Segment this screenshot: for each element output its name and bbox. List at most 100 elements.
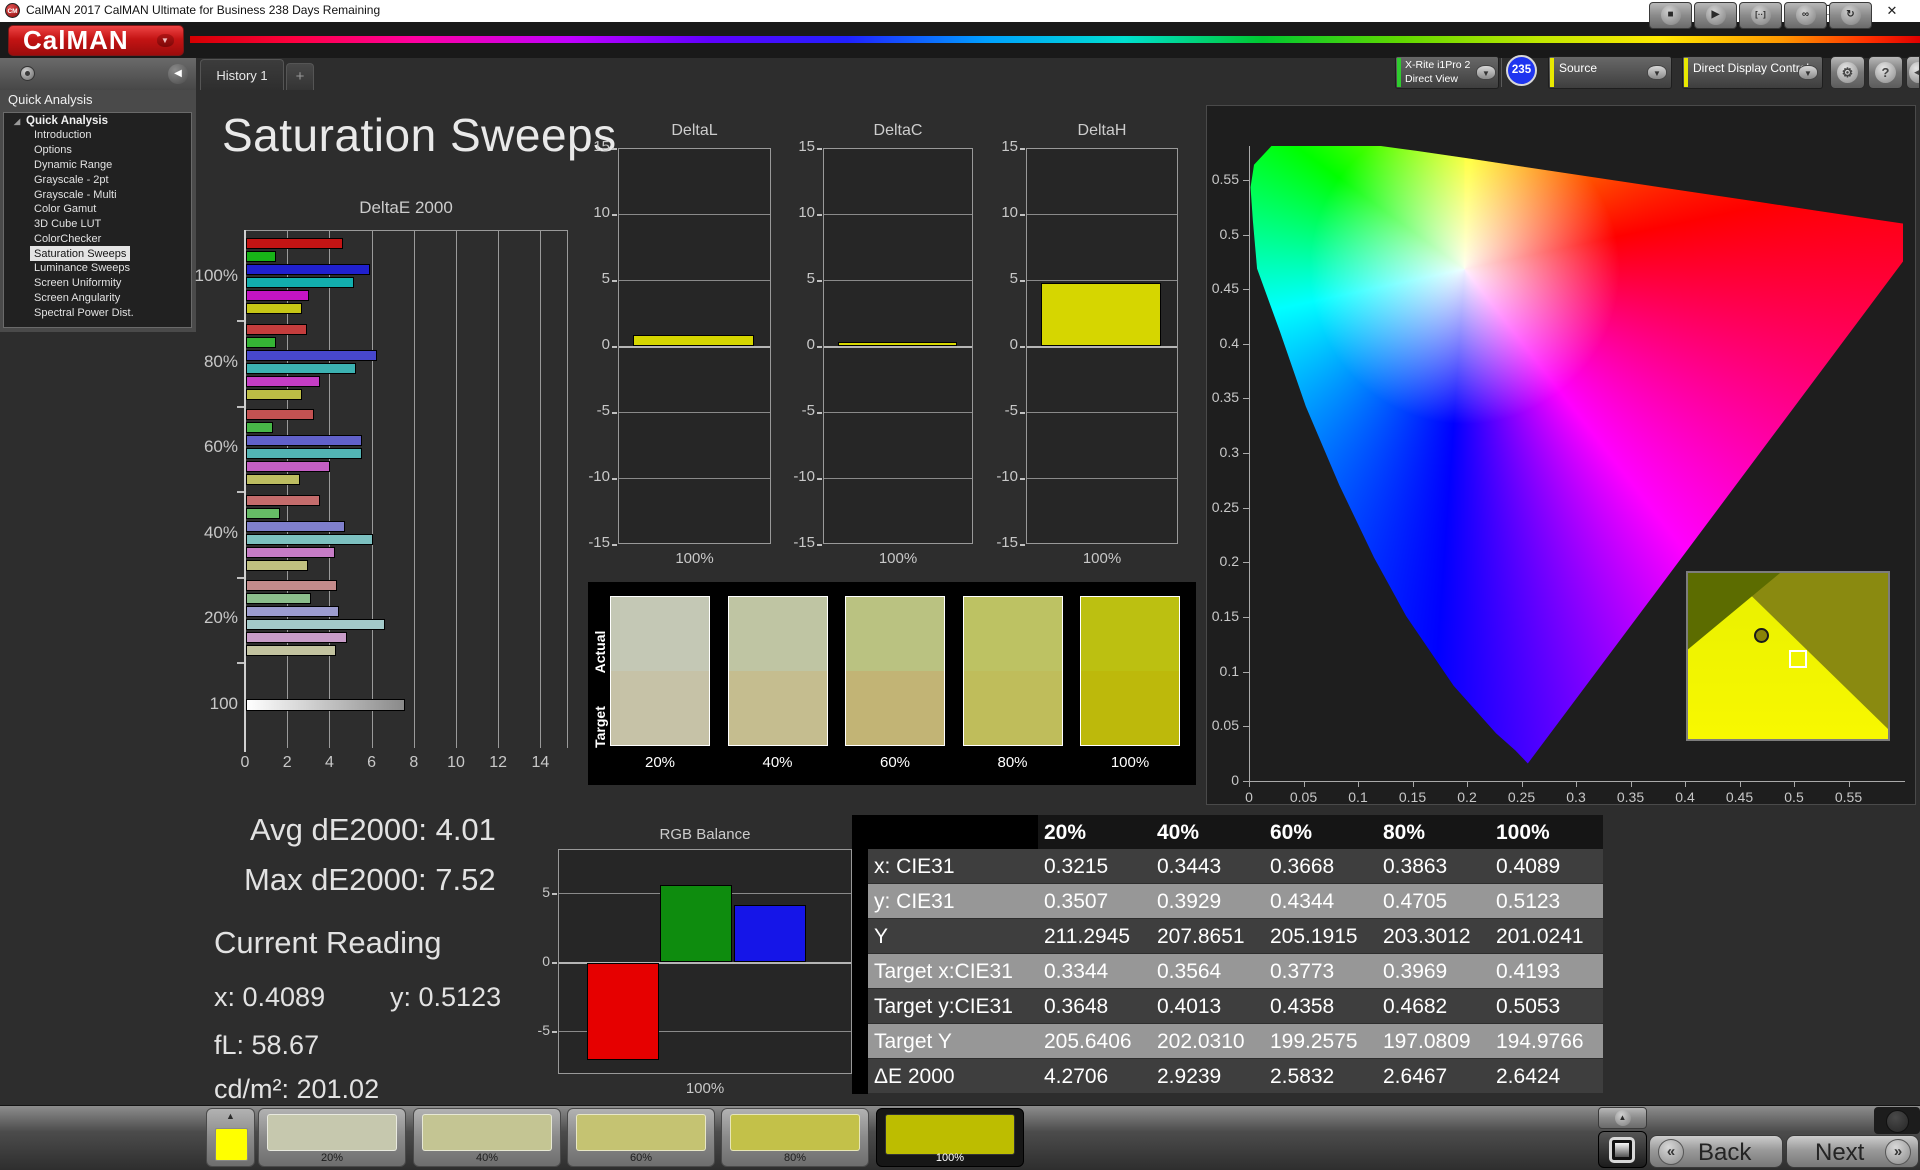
- deltae-bar-green: [246, 251, 276, 262]
- panel-collapse-button[interactable]: ◀: [1906, 56, 1920, 89]
- deltah-y-tick: [1020, 544, 1025, 546]
- sidebar-item-options[interactable]: Options: [4, 143, 191, 158]
- source-dropdown[interactable]: Source ▼: [1548, 56, 1672, 89]
- sidebar-item-colorchecker[interactable]: ColorChecker: [4, 231, 191, 246]
- meter-dropdown[interactable]: X-Rite i1Pro 2 Direct View ▼: [1395, 56, 1499, 89]
- deltae-bar-yellow: [246, 303, 302, 314]
- tree-expander-icon[interactable]: ◢: [14, 117, 20, 126]
- pattern-swatch: [267, 1114, 397, 1151]
- pattern-button-20%[interactable]: 20%: [258, 1108, 406, 1167]
- deltal-y-tick-label: 0: [601, 336, 610, 353]
- swatch-label: 40%: [762, 754, 793, 771]
- sidebar-item-saturation-sweeps[interactable]: Saturation Sweeps: [30, 246, 131, 262]
- cie-x-tick-label: 0.5: [1784, 789, 1804, 805]
- table-cell: 0.4193: [1496, 960, 1561, 983]
- next-button[interactable]: Next »: [1786, 1135, 1919, 1168]
- tree-root[interactable]: ◢ Quick Analysis: [4, 113, 191, 128]
- deltal-y-tick: [612, 478, 617, 480]
- sidebar-item-spectral-power-dist-[interactable]: Spectral Power Dist.: [4, 305, 191, 320]
- pattern-button-60%[interactable]: 60%: [567, 1108, 715, 1167]
- cie-y-tick: [1243, 781, 1249, 782]
- add-tab-button[interactable]: +: [286, 63, 314, 90]
- cie-y-tick: [1243, 234, 1249, 236]
- deltah-y-tick: [1020, 478, 1025, 480]
- cie-y-tick: [1243, 671, 1249, 673]
- cie-y-tick: [1243, 179, 1249, 181]
- pattern-swatch: [422, 1114, 552, 1151]
- deltal-y-tick: [612, 214, 617, 216]
- deltae-x-tick-label: 10: [447, 754, 465, 771]
- pattern-button-40%[interactable]: 40%: [413, 1108, 561, 1167]
- sidebar-item-3d-cube-lut[interactable]: 3D Cube LUT: [4, 217, 191, 232]
- current-reading-label: Current Reading: [214, 925, 442, 960]
- pattern-button-80%[interactable]: 80%: [721, 1108, 869, 1167]
- table-cell: 0.4089: [1496, 855, 1561, 878]
- table-cell: 0.3668: [1270, 855, 1335, 878]
- pattern-window-button[interactable]: [1598, 1131, 1647, 1168]
- deltal-gridline: [619, 214, 770, 215]
- deltah-y-tick-label: 15: [1001, 138, 1018, 155]
- cie-y-tick-label: 0.35: [1211, 389, 1239, 406]
- play-button[interactable]: ▶: [1694, 2, 1737, 29]
- deltae-bar-blue: [246, 264, 371, 275]
- cie-y-tick-label: 0.25: [1211, 498, 1239, 515]
- deltac-y-tick: [817, 214, 822, 216]
- rgb-y-tick: [552, 962, 557, 964]
- sidebar-collapse-button[interactable]: ◀: [168, 64, 188, 84]
- pattern-button-100%[interactable]: 100%: [876, 1108, 1024, 1167]
- deltah-bar: [1041, 282, 1162, 346]
- cie-x-tick: [1739, 782, 1741, 787]
- table-cell: 0.5123: [1496, 890, 1561, 913]
- pin-icon[interactable]: [20, 66, 35, 81]
- pattern-label: 20%: [320, 1152, 344, 1164]
- cie-y-tick: [1243, 617, 1249, 619]
- close-button[interactable]: ✕: [1875, 0, 1909, 22]
- deltae-bar-red: [246, 580, 337, 591]
- settings-button[interactable]: ⚙: [1830, 56, 1865, 89]
- pattern-source-up-button[interactable]: ▲: [1598, 1107, 1647, 1129]
- deltal-y-tick: [612, 544, 617, 546]
- cie-y-tick: [1243, 562, 1249, 564]
- table-cell: 194.9766: [1496, 1030, 1584, 1053]
- display-control-dropdown[interactable]: Direct Display Control ▼: [1682, 56, 1823, 89]
- refresh-button[interactable]: ↻: [1829, 2, 1872, 29]
- table-cell: 0.3215: [1044, 855, 1109, 878]
- stop-button[interactable]: ■: [1649, 2, 1692, 29]
- step-button[interactable]: [··]: [1739, 2, 1782, 29]
- cie-y-tick-label: 0.55: [1211, 170, 1239, 187]
- swatch-label: 60%: [879, 754, 911, 771]
- rgb-y-tick: [552, 893, 557, 895]
- continuous-button[interactable]: ∞: [1784, 2, 1827, 29]
- help-button[interactable]: ?: [1868, 56, 1903, 89]
- deltal-y-tick: [612, 412, 617, 414]
- sidebar-item-introduction[interactable]: Introduction: [4, 128, 191, 143]
- help-icon: ?: [1875, 62, 1896, 83]
- deltae-bar-blue: [246, 606, 339, 617]
- sidebar-item-grayscale-2pt[interactable]: Grayscale - 2pt: [4, 172, 191, 187]
- cie-x-tick-label: 0.45: [1725, 789, 1754, 805]
- pattern-window-toggle[interactable]: ▲: [206, 1108, 255, 1167]
- deltae-chart-title: DeltaE 2000: [359, 198, 453, 217]
- deltae-group-label: 100: [209, 694, 238, 713]
- sidebar-item-grayscale-multi[interactable]: Grayscale - Multi: [4, 187, 191, 202]
- sidebar-item-dynamic-range[interactable]: Dynamic Range: [4, 158, 191, 173]
- table-cell: 199.2575: [1270, 1030, 1358, 1053]
- swatch-column-60%: [845, 596, 945, 746]
- cie-x-tick-label: 0.1: [1348, 789, 1368, 805]
- table-col-header: 20%: [1044, 821, 1087, 844]
- table-cell: 0.3969: [1383, 960, 1448, 983]
- back-button[interactable]: « Back: [1649, 1135, 1783, 1168]
- sidebar-item-screen-angularity[interactable]: Screen Angularity: [4, 291, 191, 306]
- table-row-label: Y: [874, 925, 889, 948]
- app-icon: CM: [5, 3, 20, 18]
- calman-menu-button[interactable]: CalMAN ▼: [8, 25, 184, 56]
- deltac-y-tick: [817, 148, 822, 150]
- swatch-actual-20%: [611, 597, 709, 671]
- table-left-strip: [852, 815, 868, 1094]
- cie-y-tick-label: 0.4: [1219, 334, 1239, 351]
- deltal-gridline: [619, 412, 770, 413]
- tab-history-1[interactable]: History 1: [200, 59, 284, 90]
- sidebar-item-color-gamut[interactable]: Color Gamut: [4, 202, 191, 217]
- cie-y-tick-label: 0.1: [1219, 662, 1239, 679]
- deltac-y-tick: [817, 478, 822, 480]
